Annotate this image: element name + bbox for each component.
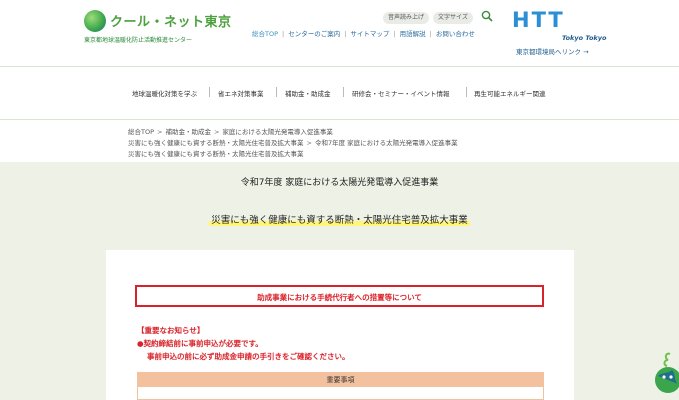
topnav-item-glossary[interactable]: 用語解説 <box>400 28 426 38</box>
gnav-item-seminar[interactable]: 研修会・セミナー・イベント情報 <box>352 88 450 98</box>
breadcrumb-link[interactable]: 令和7年度 家庭における太陽光発電導入促進事業 <box>315 139 458 147</box>
topnav-item-center[interactable]: センターのご案内 <box>288 28 340 38</box>
gnav-separator <box>276 87 277 97</box>
top-navigation: 総合TOP | センターのご案内 | サイトマップ | 用語解説 | お問い合わせ <box>252 28 475 38</box>
topnav-item-contact[interactable]: お問い合わせ <box>436 28 475 38</box>
page-subtitle: 災害にも強く健康にも資する断熱・太陽光住宅普及拡大事業 <box>0 212 679 226</box>
breadcrumb-line-2: 災害にも強く健康にも資する断熱・太陽光住宅普及拡大事業 > 令和7年度 家庭における… <box>128 137 458 147</box>
breadcrumb-arrow-icon: > <box>213 128 220 136</box>
gnav-item-renewable[interactable]: 再生可能エネルギー関連 <box>474 88 546 98</box>
htt-tokyo-label: Tokyo Tokyo <box>562 34 607 42</box>
notice-link-box[interactable]: 助成事業における手続代行者への措置等について <box>135 285 544 307</box>
logo-subtitle: 東京都地球温暖化防止活動推進センター <box>84 37 193 44</box>
breadcrumb-link[interactable]: 補助金・助成金 <box>165 128 211 136</box>
htt-letters: HTT <box>512 8 565 32</box>
breadcrumb-line-1: 総合TOP > 補助金・助成金 > 家庭における太陽光発電導入促進事業 <box>128 126 333 136</box>
important-matters-body <box>137 387 544 400</box>
topnav-separator: | <box>393 30 396 38</box>
breadcrumb-line-3: 災害にも強く健康にも資する断熱・太陽光住宅普及拡大事業 <box>128 148 304 158</box>
breadcrumb-link[interactable]: 家庭における太陽光発電導入促進事業 <box>222 128 333 136</box>
breadcrumb-arrow-icon: > <box>306 139 312 147</box>
topnav-separator: | <box>429 30 432 38</box>
breadcrumb-link[interactable]: 総合TOP <box>128 128 154 136</box>
globe-logo-icon <box>84 10 106 32</box>
site-logo[interactable]: クール・ネット東京 東京都地球温暖化防止活動推進センター <box>84 10 234 44</box>
page-subtitle-text: 災害にも強く健康にも資する断熱・太陽光住宅普及拡大事業 <box>209 215 470 226</box>
global-navigation: 地球温暖化対策を学ぶ 省エネ対策事業 補助金・助成金 研修会・セミナー・イベント… <box>0 67 679 119</box>
topnav-separator: | <box>344 30 347 38</box>
breadcrumb-current: 災害にも強く健康にも資する断熱・太陽光住宅普及拡大事業 <box>128 150 304 158</box>
breadcrumb-link[interactable]: 災害にも強く健康にも資する断熱・太陽光住宅普及拡大事業 <box>128 139 304 147</box>
important-matters-label: 重要事項 <box>326 376 355 384</box>
gnav-separator <box>466 87 467 97</box>
important-notice-line: 事前申込の前に必ず助成金申請の手引きをご確認ください。 <box>147 352 350 361</box>
breadcrumb: 総合TOP > 補助金・助成金 > 家庭における太陽光発電導入促進事業 災害にも強く健康… <box>0 120 679 162</box>
gnav-item-learn[interactable]: 地球温暖化対策を学ぶ <box>132 88 197 98</box>
gnav-separator <box>343 87 344 97</box>
env-bureau-link[interactable]: 東京都環境局へリンク → <box>516 46 589 56</box>
audio-reader-button[interactable]: 音声読み上げ <box>383 12 430 24</box>
notice-link-text[interactable]: 助成事業における手続代行者への措置等について <box>137 292 542 303</box>
font-size-button[interactable]: 文字サイズ <box>433 12 473 24</box>
important-notice-heading: 【重要なお知らせ】 <box>137 326 205 335</box>
topnav-item-sitemap[interactable]: サイトマップ <box>350 28 389 38</box>
gnav-item-subsidy[interactable]: 補助金・助成金 <box>285 88 331 98</box>
breadcrumb-arrow-icon: > <box>157 128 163 136</box>
gnav-item-energy-saving[interactable]: 省エネ対策事業 <box>218 88 264 98</box>
search-icon[interactable] <box>481 10 493 22</box>
gnav-separator <box>209 87 210 97</box>
logo-title: クール・ネット東京 <box>110 15 232 30</box>
important-matters-header: 重要事項 <box>137 372 544 387</box>
topnav-separator: | <box>282 30 285 38</box>
htt-logo[interactable]: HTT Tokyo Tokyo <box>512 8 606 42</box>
important-notice-line: ●契約締結前に事前申込が必要です。 <box>137 339 263 348</box>
page-title: 令和7年度 家庭における太陽光発電導入促進事業 <box>240 178 439 188</box>
topnav-item-top[interactable]: 総合TOP <box>252 28 278 38</box>
mascot-globe-icon[interactable] <box>650 350 679 400</box>
site-header: クール・ネット東京 東京都地球温暖化防止活動推進センター 音声読み上げ 文字サイ… <box>0 0 679 66</box>
